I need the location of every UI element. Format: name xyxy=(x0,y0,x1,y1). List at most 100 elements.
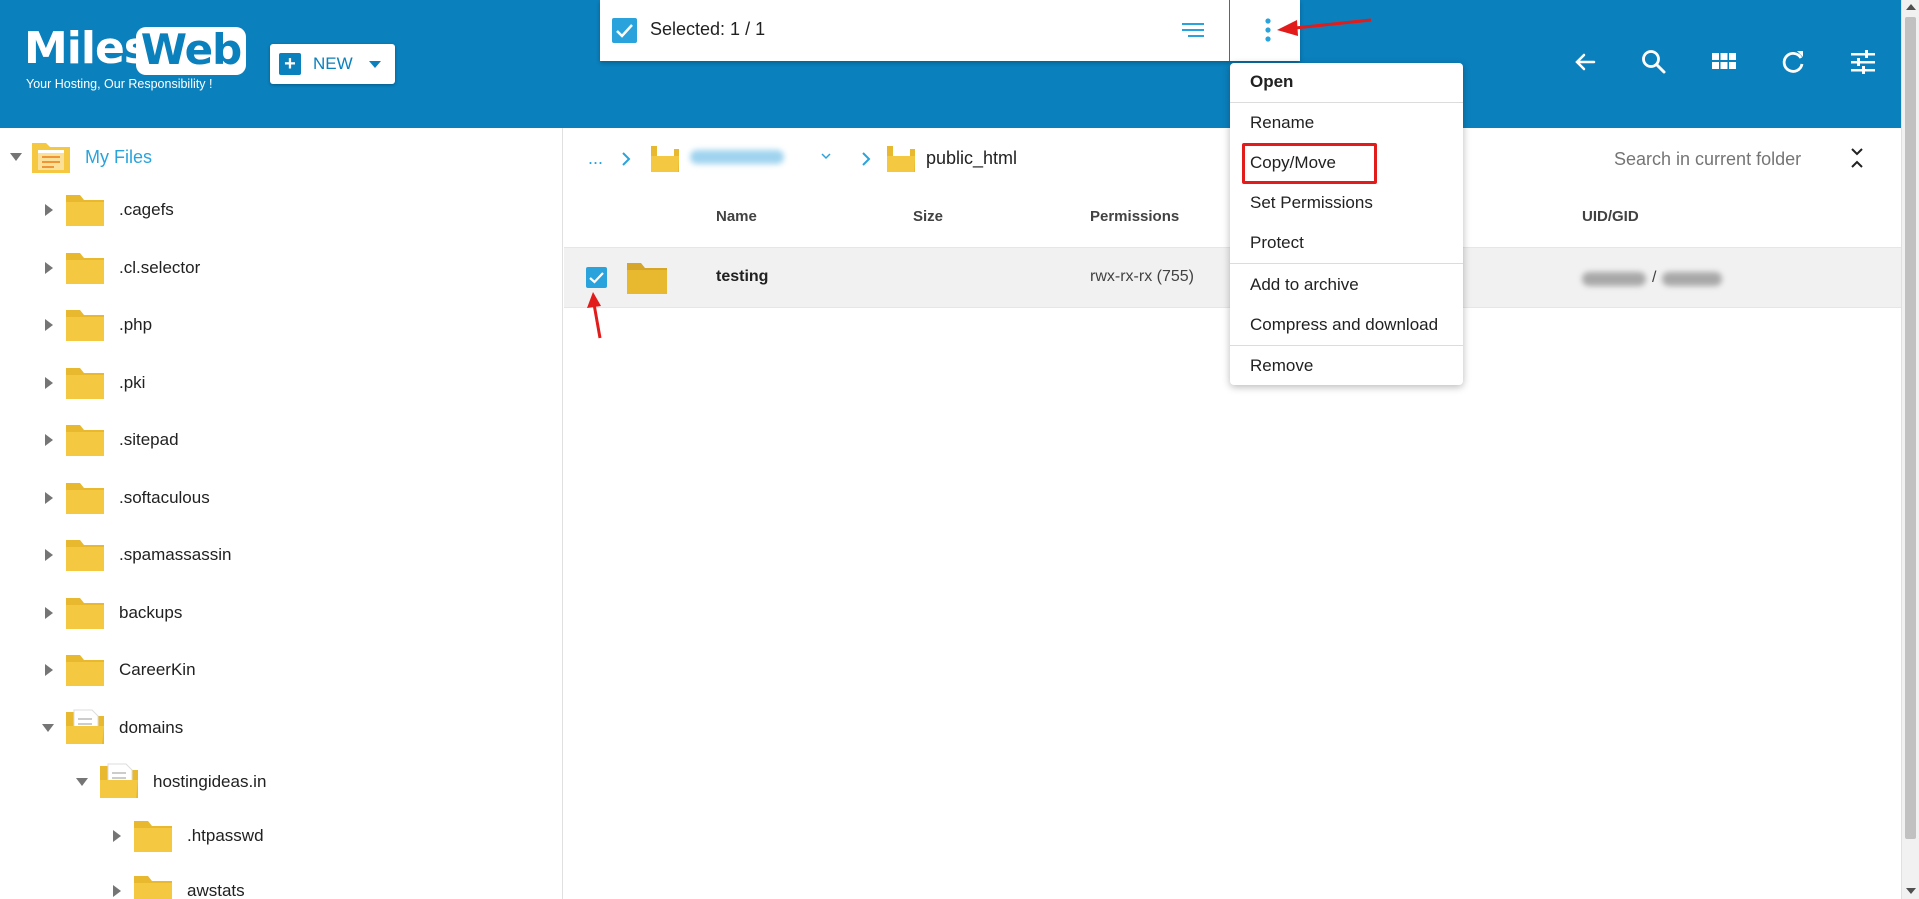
expand-right-icon[interactable] xyxy=(45,549,53,561)
tree-item-label[interactable]: .softaculous xyxy=(119,488,210,508)
tree-item-label[interactable]: awstats xyxy=(187,881,245,899)
breadcrumb-folder-icon xyxy=(651,144,679,172)
expand-right-icon[interactable] xyxy=(113,830,121,842)
collapse-icon[interactable] xyxy=(1849,146,1865,170)
tree-item-domains[interactable]: domains xyxy=(42,708,183,748)
open-folder-icon xyxy=(32,143,70,173)
expand-down-icon[interactable] xyxy=(10,153,22,161)
tree-item-spamassassin[interactable]: .spamassassin xyxy=(45,535,231,575)
folder-icon xyxy=(66,598,104,629)
menu-item-add-to-archive[interactable]: Add to archive xyxy=(1250,275,1359,295)
tree-item-careerkin[interactable]: CareerKin xyxy=(45,650,196,690)
tree-item-label[interactable]: .htpasswd xyxy=(187,826,264,846)
scroll-up-icon[interactable] xyxy=(1906,4,1916,10)
tree-item-hostingideas[interactable]: hostingideas.in xyxy=(76,762,266,802)
new-button[interactable]: + NEW xyxy=(270,44,395,84)
expand-right-icon[interactable] xyxy=(45,319,53,331)
tree-item-label[interactable]: CareerKin xyxy=(119,660,196,680)
column-header-size[interactable]: Size xyxy=(913,208,943,225)
page-scrollbar[interactable] xyxy=(1901,0,1919,899)
tree-item-htpasswd[interactable]: .htpasswd xyxy=(113,816,264,856)
expand-right-icon[interactable] xyxy=(113,885,121,897)
tree-item-softaculous[interactable]: .softaculous xyxy=(45,478,210,518)
menu-item-rename[interactable]: Rename xyxy=(1250,113,1314,133)
folder-icon xyxy=(627,263,667,294)
new-button-label: NEW xyxy=(313,54,353,73)
expand-right-icon[interactable] xyxy=(45,377,53,389)
tree-item-php[interactable]: .php xyxy=(45,305,152,345)
menu-divider xyxy=(1230,345,1463,346)
tree-root-my-files[interactable]: My Files xyxy=(10,137,152,177)
expand-right-icon[interactable] xyxy=(45,204,53,216)
grid-view-icon[interactable] xyxy=(1709,47,1739,77)
folder-icon xyxy=(66,425,104,456)
menu-item-set-permissions[interactable]: Set Permissions xyxy=(1250,193,1373,213)
row-checkbox[interactable] xyxy=(586,267,607,288)
check-icon xyxy=(616,24,633,38)
selection-bar: Selected: 1 / 1 xyxy=(600,0,1300,61)
column-header-name[interactable]: Name xyxy=(716,208,757,225)
context-menu: Open Rename Copy/Move Set Permissions Pr… xyxy=(1230,63,1463,385)
uid-gid-separator: / xyxy=(1652,269,1657,286)
search-input[interactable]: Search in current folder xyxy=(1614,149,1801,170)
tree-item-cagefs[interactable]: .cagefs xyxy=(45,190,174,230)
expand-right-icon[interactable] xyxy=(45,607,53,619)
gid-redacted xyxy=(1662,272,1722,286)
plus-icon: + xyxy=(279,53,301,75)
search-icon[interactable] xyxy=(1639,47,1669,77)
sort-lines-icon[interactable] xyxy=(1180,18,1206,42)
tree-item-label[interactable]: domains xyxy=(119,718,183,738)
open-folder-icon xyxy=(66,709,104,744)
mileswb-logo[interactable]: Miles Web Your Hosting, Our Responsibili… xyxy=(24,25,246,95)
select-all-checkbox[interactable] xyxy=(612,18,637,43)
folder-icon xyxy=(66,368,104,399)
expand-right-icon[interactable] xyxy=(45,262,53,274)
menu-item-remove[interactable]: Remove xyxy=(1250,356,1313,376)
folder-icon xyxy=(66,540,104,571)
breadcrumb-current[interactable]: public_html xyxy=(926,148,1017,169)
back-arrow-icon[interactable] xyxy=(1570,47,1600,77)
settings-sliders-icon[interactable] xyxy=(1848,47,1878,77)
tree-item-label[interactable]: .cl.selector xyxy=(119,258,200,278)
folder-icon xyxy=(66,253,104,284)
expand-right-icon[interactable] xyxy=(45,434,53,446)
menu-item-open[interactable]: Open xyxy=(1250,72,1293,92)
tree-item-label[interactable]: hostingideas.in xyxy=(153,772,266,792)
refresh-icon[interactable] xyxy=(1778,47,1808,77)
folder-icon xyxy=(134,876,172,899)
tree-item-label[interactable]: backups xyxy=(119,603,182,623)
chevron-right-icon xyxy=(862,152,871,166)
breadcrumb-ellipsis[interactable]: ... xyxy=(588,148,603,169)
uid-redacted xyxy=(1582,272,1646,286)
tree-root-label[interactable]: My Files xyxy=(85,147,152,168)
menu-item-compress-download[interactable]: Compress and download xyxy=(1250,315,1438,335)
tree-item-cl-selector[interactable]: .cl.selector xyxy=(45,248,200,288)
column-header-uid-gid[interactable]: UID/GID xyxy=(1582,208,1639,225)
expand-right-icon[interactable] xyxy=(45,492,53,504)
menu-item-protect[interactable]: Protect xyxy=(1250,233,1304,253)
chevron-down-icon[interactable] xyxy=(820,151,832,161)
tree-item-sitepad[interactable]: .sitepad xyxy=(45,420,179,460)
expand-down-icon[interactable] xyxy=(42,724,54,732)
expand-right-icon[interactable] xyxy=(45,664,53,676)
selection-bar-divider xyxy=(1229,0,1230,61)
folder-icon xyxy=(66,195,104,226)
row-name[interactable]: testing xyxy=(716,268,768,286)
app-header: Miles Web Your Hosting, Our Responsibili… xyxy=(0,0,1901,128)
expand-down-icon[interactable] xyxy=(76,778,88,786)
tree-item-pki[interactable]: .pki xyxy=(45,363,145,403)
tree-item-label[interactable]: .php xyxy=(119,315,152,335)
tree-item-label[interactable]: .cagefs xyxy=(119,200,174,220)
tree-item-label[interactable]: .pki xyxy=(119,373,145,393)
column-header-permissions[interactable]: Permissions xyxy=(1090,208,1179,225)
caret-down-icon[interactable] xyxy=(368,60,381,68)
breadcrumb-domain-redacted[interactable] xyxy=(690,150,784,164)
tree-item-label[interactable]: .sitepad xyxy=(119,430,179,450)
scroll-down-icon[interactable] xyxy=(1906,888,1916,894)
tree-item-label[interactable]: .spamassassin xyxy=(119,545,231,565)
logo-text-web: Web xyxy=(136,27,246,75)
tree-item-awstats[interactable]: awstats xyxy=(113,871,245,899)
scrollbar-thumb[interactable] xyxy=(1905,17,1916,839)
tree-item-backups[interactable]: backups xyxy=(45,593,182,633)
folder-icon xyxy=(66,655,104,686)
